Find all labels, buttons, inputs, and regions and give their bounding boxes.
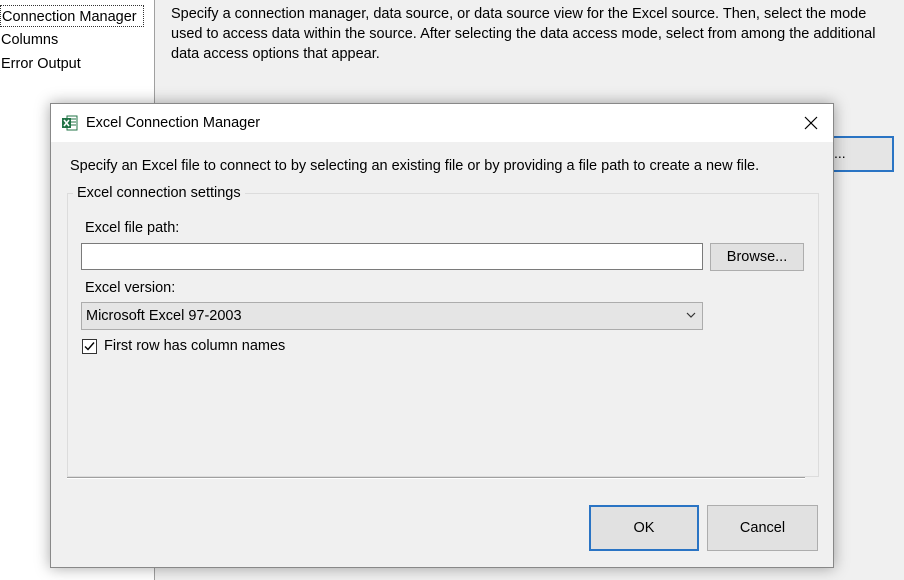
dialog-intro-text: Specify an Excel file to connect to by s… [70, 158, 760, 174]
dialog-title: Excel Connection Manager [86, 115, 261, 131]
first-row-label: First row has column names [104, 338, 286, 354]
cancel-button[interactable]: Cancel [707, 505, 818, 551]
nav-item-connection-manager[interactable]: Connection Manager [0, 5, 144, 27]
close-button[interactable] [789, 104, 833, 142]
excel-version-value: Microsoft Excel 97-2003 [86, 308, 242, 324]
ok-button[interactable]: OK [589, 505, 699, 551]
close-icon [804, 116, 818, 130]
excel-version-label: Excel version: [85, 280, 176, 296]
dialog-separator [67, 477, 805, 479]
browse-button[interactable]: Browse... [710, 243, 804, 271]
dialog-titlebar: Excel Connection Manager [51, 104, 833, 142]
file-path-label: Excel file path: [85, 220, 180, 236]
nav-item-columns[interactable]: Columns [0, 29, 64, 51]
editor-description: Specify a connection manager, data sourc… [171, 6, 876, 62]
excel-version-select[interactable]: Microsoft Excel 97-2003 [81, 302, 703, 330]
group-label: Excel connection settings [73, 185, 245, 201]
connection-new-button[interactable]: ... [830, 136, 894, 172]
file-path-input[interactable] [81, 243, 703, 270]
excel-connection-manager-dialog: Excel Connection Manager Specify an Exce… [50, 103, 834, 568]
nav-item-error-output[interactable]: Error Output [0, 53, 87, 75]
excel-icon [62, 115, 78, 131]
connection-settings-group [67, 193, 819, 477]
checkmark-icon [84, 342, 95, 351]
chevron-down-icon [686, 312, 696, 318]
first-row-checkbox[interactable] [82, 339, 97, 354]
